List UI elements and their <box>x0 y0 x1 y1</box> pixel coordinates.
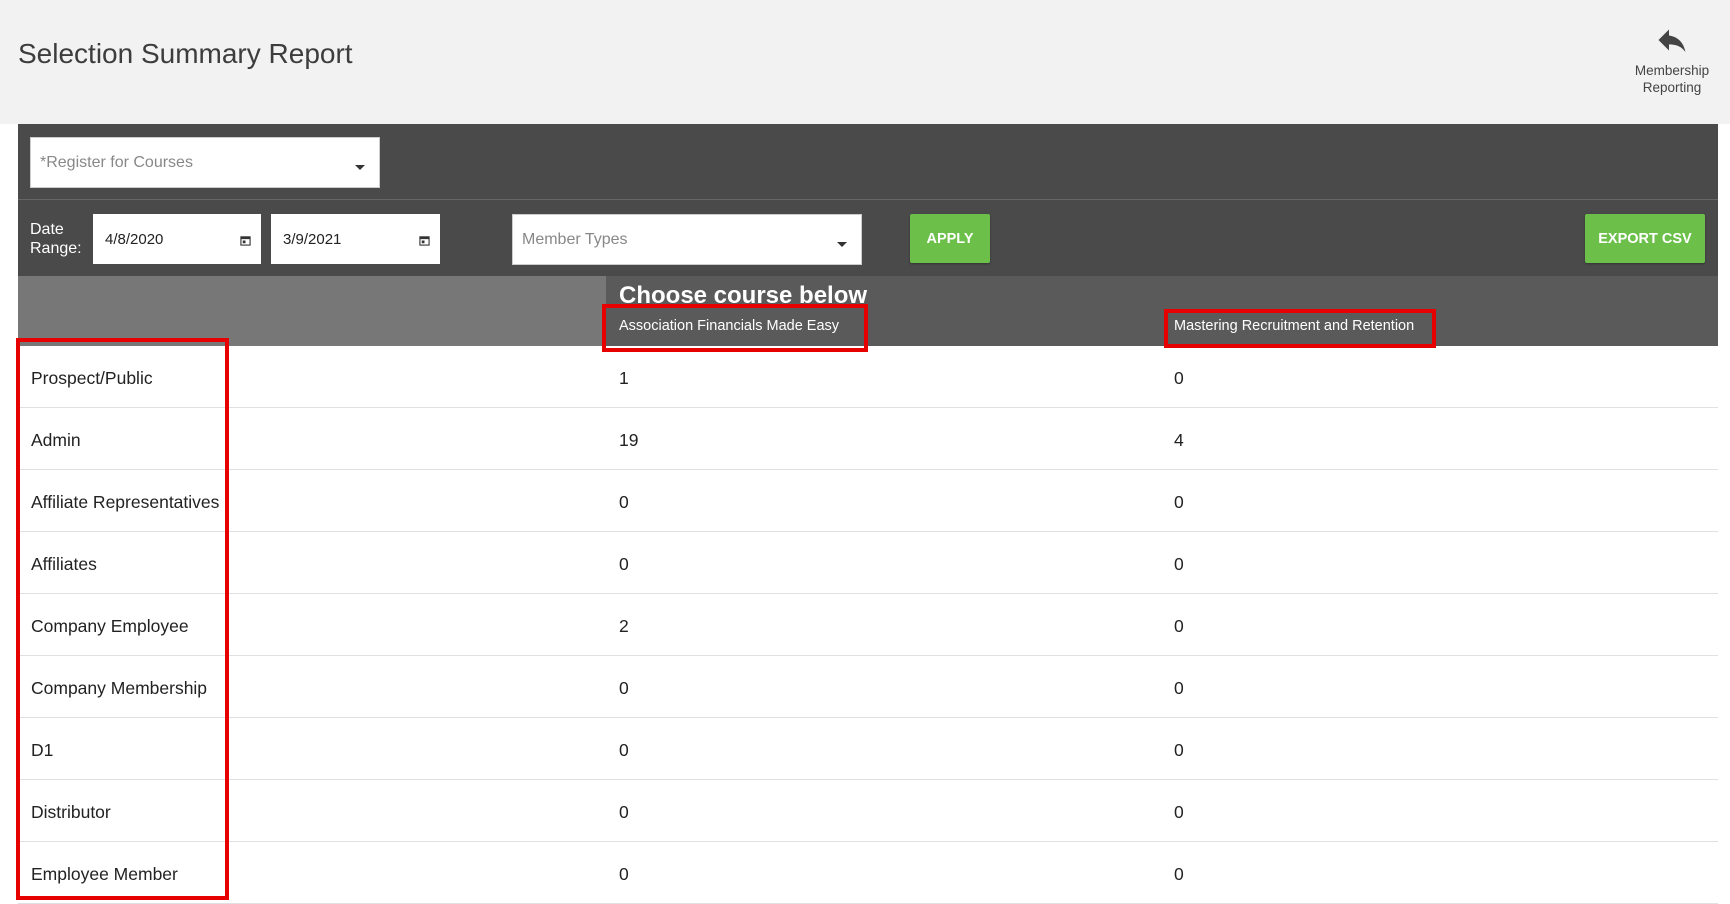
chevron-down-icon <box>355 164 365 170</box>
member-types-select[interactable]: Member Types <box>512 214 862 265</box>
cell-value: 0 <box>1174 740 1184 760</box>
row-label: D1 <box>31 740 54 760</box>
cell-value: 0 <box>1174 616 1184 636</box>
member-types-placeholder: Member Types <box>522 230 628 248</box>
cell-value: 0 <box>1174 864 1184 884</box>
table-row: Distributor 0 0 <box>18 780 1718 842</box>
back-button-label-line2: Reporting <box>1642 80 1702 95</box>
back-button-label-line1: Membership <box>1634 63 1710 78</box>
table-row: Employee Member 0 0 <box>18 842 1718 904</box>
row-label: Admin <box>31 430 81 450</box>
cell-value: 0 <box>619 864 629 884</box>
table-row: Affiliate Representatives 0 0 <box>18 470 1718 532</box>
table-row: Affiliates 0 0 <box>18 532 1718 594</box>
row-label: Affiliates <box>31 554 97 574</box>
row-label: Prospect/Public <box>31 368 153 388</box>
start-date-input[interactable]: 4/8/2020 <box>93 214 261 264</box>
panel-divider <box>18 199 1718 200</box>
column-header-course-1[interactable]: Association Financials Made Easy <box>619 318 839 334</box>
choose-course-banner: Choose course below <box>619 282 868 309</box>
row-label: Company Employee <box>31 616 189 636</box>
calendar-icon[interactable] <box>419 235 430 246</box>
cell-value: 0 <box>619 802 629 822</box>
membership-reporting-button[interactable]: Membership Reporting <box>1622 22 1722 96</box>
course-select[interactable]: *Register for Courses <box>30 137 380 188</box>
table-header-label-column <box>18 276 606 346</box>
page-header: Selection Summary Report Membership Repo… <box>0 0 1730 124</box>
apply-button[interactable]: APPLY <box>910 214 990 263</box>
reply-arrow-icon <box>1658 29 1686 52</box>
cell-value: 0 <box>1174 554 1184 574</box>
date-range-label: Date Range: <box>30 220 82 258</box>
table-header: Choose course below Association Financia… <box>18 276 1718 346</box>
table-row: Admin 19 4 <box>18 408 1718 470</box>
date-range-label-line1: Date <box>30 221 64 238</box>
table-row: Company Membership 0 0 <box>18 656 1718 718</box>
cell-value: 4 <box>1174 430 1184 450</box>
course-select-placeholder: *Register for Courses <box>40 153 193 171</box>
cell-value: 0 <box>1174 368 1184 388</box>
cell-value: 0 <box>619 554 629 574</box>
calendar-icon[interactable] <box>240 235 251 246</box>
cell-value: 0 <box>1174 802 1184 822</box>
chevron-down-icon <box>837 241 847 247</box>
table-body: Prospect/Public 1 0 Admin 19 4 Affiliate… <box>18 346 1718 904</box>
end-date-value: 3/9/2021 <box>283 230 342 248</box>
cell-value: 0 <box>1174 492 1184 512</box>
table-row: Prospect/Public 1 0 <box>18 346 1718 408</box>
start-date-value: 4/8/2020 <box>105 230 164 248</box>
cell-value: 2 <box>619 616 629 636</box>
cell-value: 0 <box>1174 678 1184 698</box>
column-header-course-2[interactable]: Mastering Recruitment and Retention <box>1174 318 1414 334</box>
cell-value: 1 <box>619 368 629 388</box>
date-range-label-line2: Range: <box>30 240 82 257</box>
cell-value: 0 <box>619 492 629 512</box>
cell-value: 0 <box>619 740 629 760</box>
page-title: Selection Summary Report <box>18 38 353 69</box>
row-label: Employee Member <box>31 864 178 884</box>
filter-panel: *Register for Courses Date Range: 4/8/20… <box>18 124 1718 276</box>
cell-value: 0 <box>619 678 629 698</box>
row-label: Company Membership <box>31 678 208 698</box>
row-label: Distributor <box>31 802 111 822</box>
cell-value: 19 <box>619 430 639 450</box>
table-row: Company Employee 2 0 <box>18 594 1718 656</box>
table-row: D1 0 0 <box>18 718 1718 780</box>
end-date-input[interactable]: 3/9/2021 <box>271 214 440 264</box>
row-label: Affiliate Representatives <box>31 492 220 512</box>
export-csv-button[interactable]: EXPORT CSV <box>1585 214 1705 263</box>
